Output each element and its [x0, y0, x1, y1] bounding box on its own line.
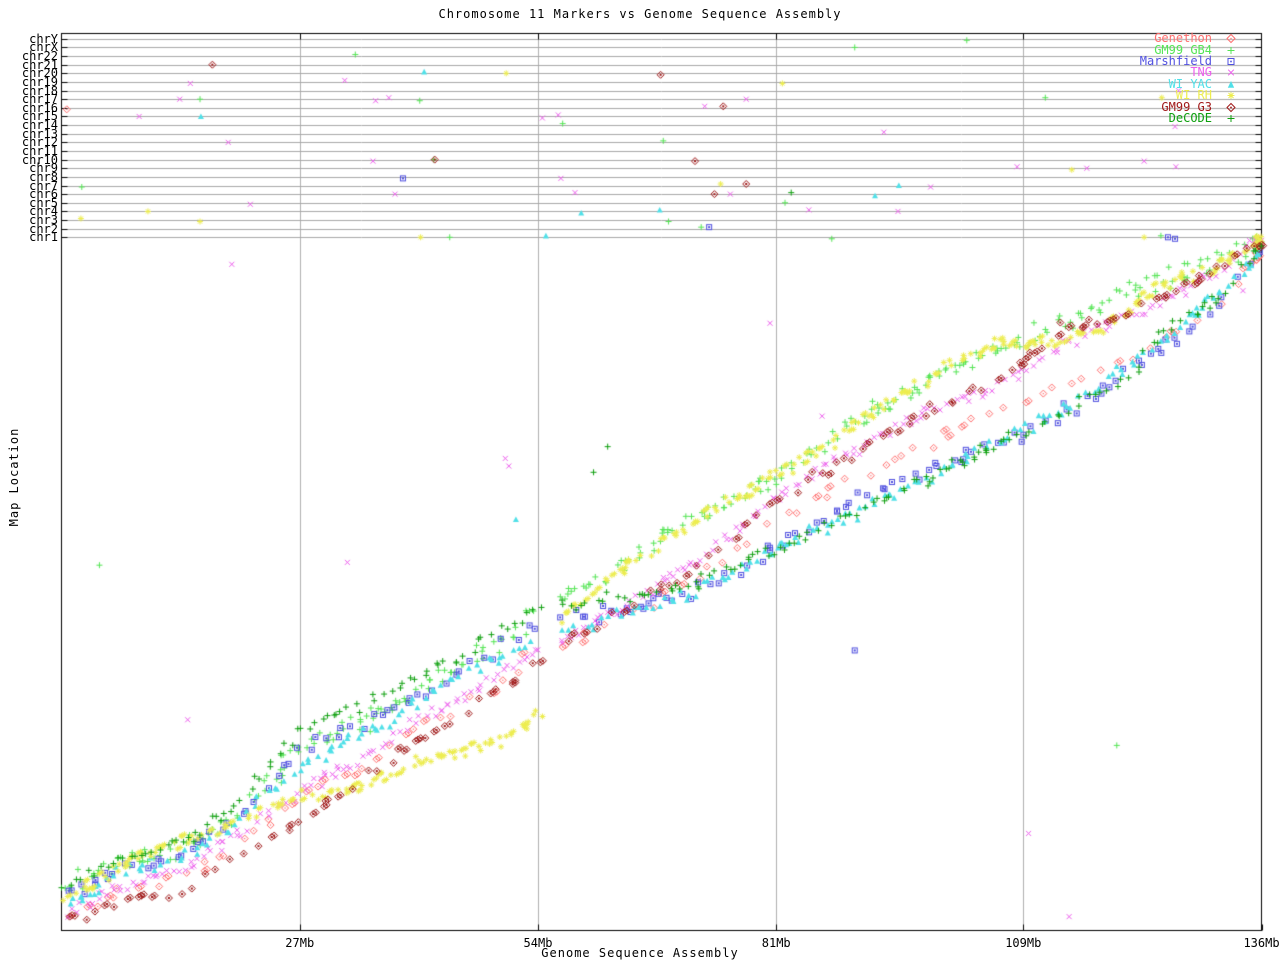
scatter-plot-canvas — [0, 0, 1280, 960]
legend-marker-icon — [1224, 90, 1238, 101]
legend-item-gb4: GM99 GB4 — [1020, 44, 1246, 56]
legend-marker-icon — [1224, 113, 1238, 124]
legend-item-decode: DeCODE — [1020, 110, 1246, 125]
x-axis-tick-label: 136Mb — [1243, 936, 1280, 950]
y-axis-label: Map Location — [7, 427, 21, 527]
chart-title: Chromosome 11 Markers vs Genome Sequence… — [438, 7, 842, 21]
legend: Genethon GM99 GB4 Marshfield TNG WI YAC WI RH… — [1020, 32, 1246, 125]
x-axis-tick-label: 27Mb — [285, 936, 315, 950]
legend-marker-icon — [1224, 67, 1238, 78]
legend-item-marshfield: Marshfield — [1020, 55, 1246, 67]
legend-marker-icon — [1224, 79, 1238, 90]
legend-marker-icon — [1224, 56, 1238, 67]
legend-item-yac: WI YAC — [1020, 78, 1246, 90]
legend-item-g3: GM99 G3 — [1020, 101, 1246, 113]
x-axis-tick-label: 54Mb — [523, 936, 553, 950]
legend-label: DeCODE — [1168, 110, 1212, 125]
legend-item-rh: WI RH — [1020, 89, 1246, 101]
x-axis-label: Genome Sequence Assembly — [541, 946, 739, 960]
x-axis-tick-label: 109Mb — [1005, 936, 1042, 950]
legend-marker-icon — [1224, 45, 1238, 56]
legend-marker-icon — [1224, 33, 1238, 44]
chr-row-label-chr1: chr1 — [29, 230, 58, 245]
legend-marker-icon — [1224, 102, 1238, 113]
x-axis-tick-label: 81Mb — [761, 936, 791, 950]
legend-item-tng: TNG — [1020, 66, 1246, 78]
legend-item-genethon: Genethon — [1020, 32, 1246, 44]
